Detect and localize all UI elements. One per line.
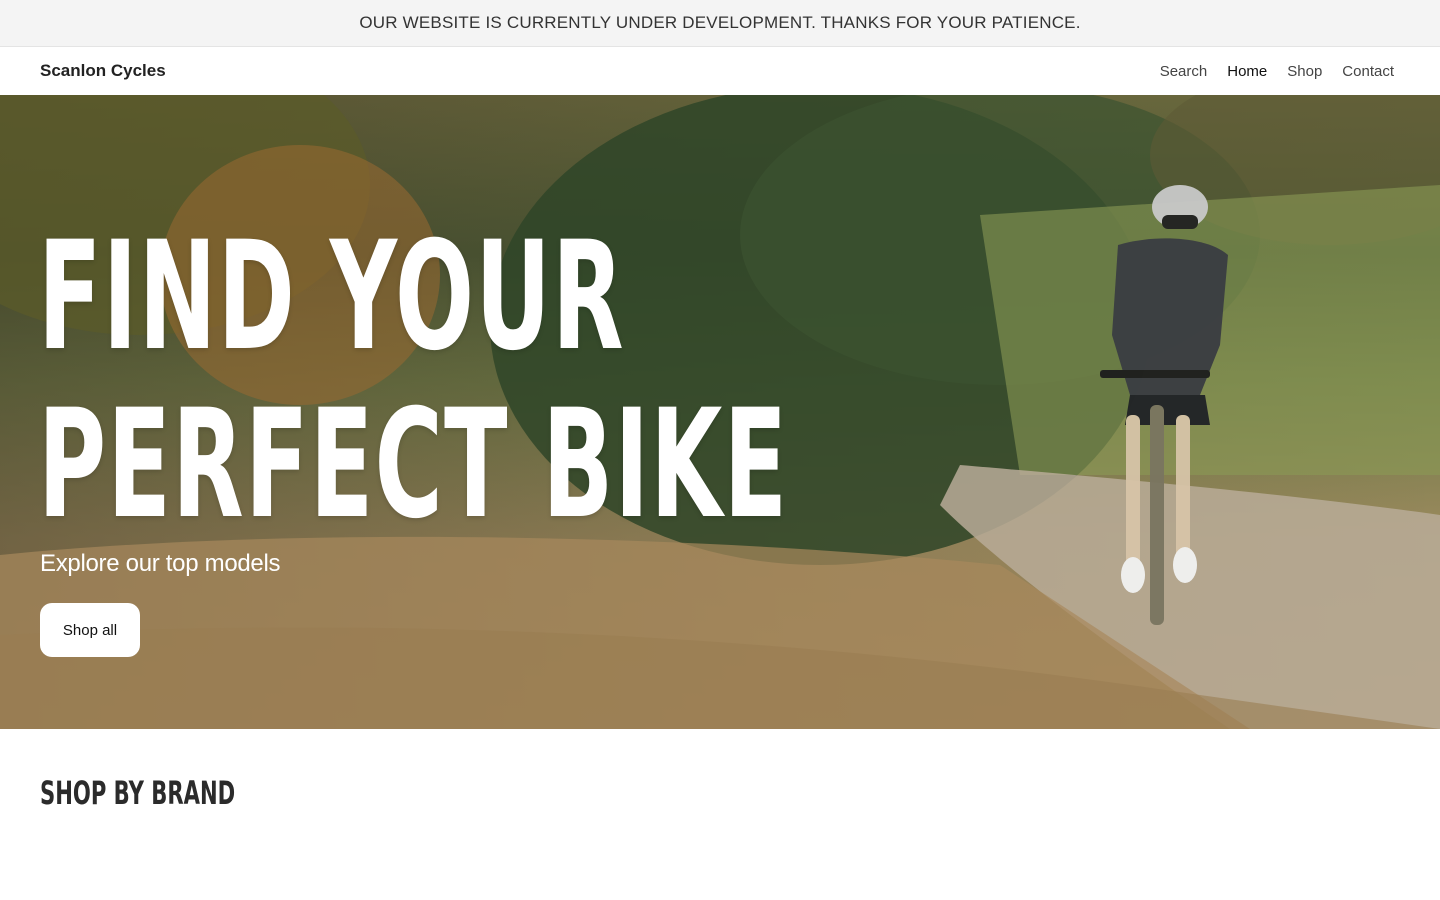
hero-banner: FIND YOUR PERFECT BIKE Explore our top m… (0, 95, 1440, 729)
hero-subtitle: Explore our top models (40, 550, 281, 577)
hero-title-line-1: FIND YOUR (38, 210, 625, 384)
nav-home[interactable]: Home (1227, 63, 1267, 80)
shop-all-button[interactable]: Shop all (40, 603, 140, 657)
nav-search[interactable]: Search (1160, 63, 1208, 80)
main-nav: Search Home Shop Contact (1160, 63, 1394, 80)
nav-contact[interactable]: Contact (1342, 63, 1394, 80)
brand-logo-link[interactable]: Scanlon Cycles (40, 61, 166, 81)
site-header: Scanlon Cycles Search Home Shop Contact (0, 47, 1440, 95)
hero-title: FIND YOUR PERFECT BIKE (38, 213, 788, 549)
nav-shop[interactable]: Shop (1287, 63, 1322, 80)
shop-by-brand-heading: SHOP BY BRAND (40, 774, 236, 812)
announcement-text: OUR WEBSITE IS CURRENTLY UNDER DEVELOPME… (359, 13, 1081, 32)
hero-title-line-2: PERFECT BIKE (38, 378, 789, 552)
announcement-bar: OUR WEBSITE IS CURRENTLY UNDER DEVELOPME… (0, 0, 1440, 47)
